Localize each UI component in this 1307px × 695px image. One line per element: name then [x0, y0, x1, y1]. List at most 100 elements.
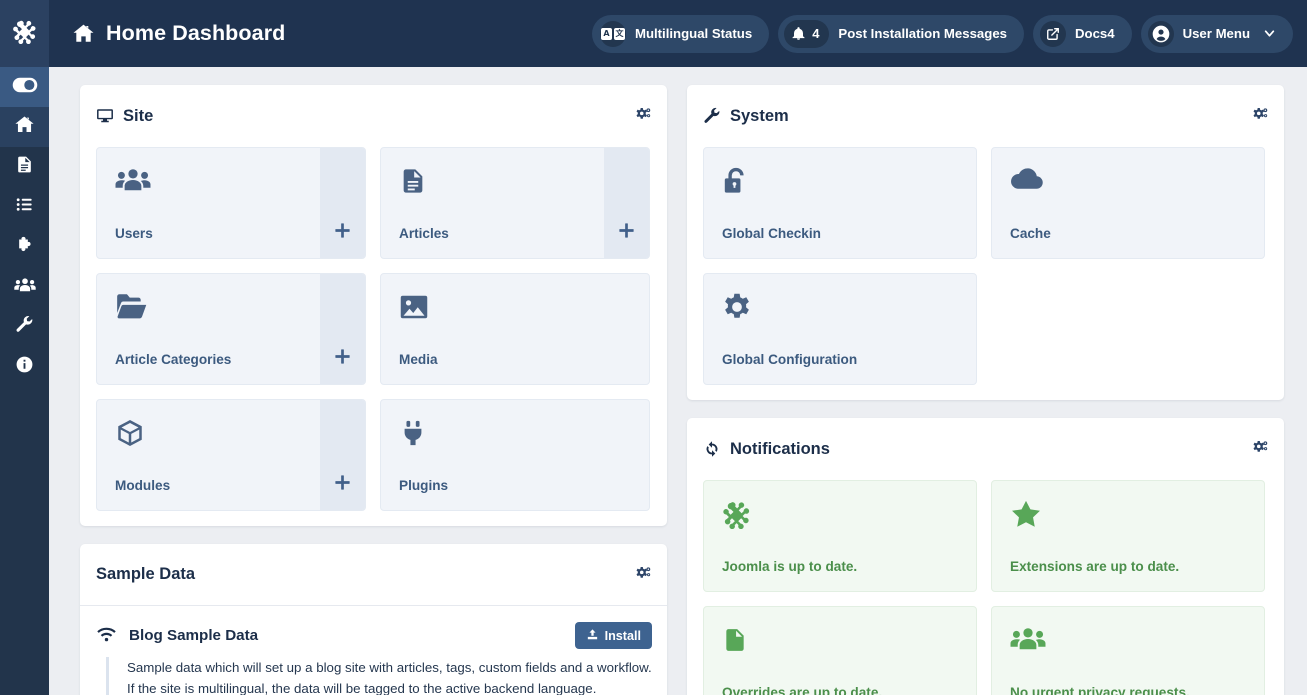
quick-card-media[interactable]: Media — [380, 273, 650, 385]
star-icon — [1010, 499, 1264, 529]
site-panel-body: Users Articles — [80, 147, 667, 526]
unlock-icon — [722, 166, 958, 196]
post-installation-messages-button[interactable]: 4 Post Installation Messages — [778, 15, 1024, 53]
notification-badge: 4 — [784, 20, 829, 48]
notification-card-label: No urgent privacy requests. — [1010, 685, 1264, 695]
bell-icon — [791, 26, 806, 41]
plus-icon — [333, 347, 352, 371]
docs-button[interactable]: Docs4 — [1033, 15, 1132, 53]
notification-card-privacy-requests[interactable]: No urgent privacy requests. — [991, 606, 1265, 695]
notification-card-joomla-update[interactable]: Joomla is up to date. — [703, 480, 977, 592]
install-button[interactable]: Install — [575, 622, 652, 649]
sidebar — [0, 67, 49, 695]
sidebar-item-content[interactable] — [0, 147, 49, 187]
cloud-icon — [1010, 166, 1246, 192]
quick-card-cache[interactable]: Cache — [991, 147, 1265, 259]
sidebar-item-users[interactable] — [0, 267, 49, 307]
add-module-button[interactable] — [320, 400, 365, 510]
site-panel: Site Users — [80, 85, 667, 526]
sidebar-item-system[interactable] — [0, 307, 49, 347]
add-article-category-button[interactable] — [320, 274, 365, 384]
sidebar-item-help[interactable] — [0, 347, 49, 387]
home-icon — [14, 114, 35, 140]
quick-card-global-checkin[interactable]: Global Checkin — [703, 147, 977, 259]
plug-icon — [399, 418, 631, 448]
quick-card-article-categories[interactable]: Article Categories — [96, 273, 366, 385]
right-column: System Global Checkin — [687, 85, 1284, 695]
users-icon — [14, 274, 36, 301]
puzzle-icon — [15, 235, 35, 260]
plus-icon — [333, 473, 352, 497]
sample-data-description: Sample data which will set up a blog sit… — [106, 657, 652, 695]
quick-card-users[interactable]: Users — [96, 147, 366, 259]
notification-card-label: Overrides are up to date. — [722, 685, 976, 695]
quick-card-label: Articles — [399, 226, 604, 258]
cogs-icon[interactable] — [1249, 106, 1269, 126]
chevron-down-icon — [1263, 27, 1276, 40]
cogs-icon[interactable] — [1249, 439, 1269, 459]
joomla-logo-button[interactable] — [0, 0, 49, 67]
multilingual-status-button[interactable]: A 文 Multilingual Status — [592, 15, 769, 53]
desktop-icon — [96, 107, 114, 125]
notifications-panel-header: Notifications — [687, 418, 1284, 480]
list-icon — [15, 195, 34, 219]
quick-card-plugins[interactable]: Plugins — [380, 399, 650, 511]
notifications-panel-body: Joomla is up to date. Extensions are up … — [687, 480, 1284, 695]
quick-card-label: Global Checkin — [722, 226, 958, 258]
add-users-button[interactable] — [320, 148, 365, 258]
info-icon — [15, 355, 34, 379]
top-header: Home Dashboard A 文 Multilingual Status 4… — [0, 0, 1307, 67]
notification-count: 4 — [812, 26, 819, 41]
sidebar-item-components[interactable] — [0, 227, 49, 267]
sidebar-item-menus[interactable] — [0, 187, 49, 227]
language-glyph-b: 文 — [614, 28, 625, 40]
quick-card-label: Global Configuration — [722, 352, 958, 384]
plus-icon — [617, 221, 636, 245]
notification-card-label: Extensions are up to date. — [1010, 559, 1264, 591]
quick-card-label: Modules — [115, 478, 320, 510]
users-icon — [1010, 625, 1264, 653]
sync-icon — [703, 440, 721, 458]
file-text-icon — [399, 166, 604, 196]
header-actions: A 文 Multilingual Status 4 Post Installat… — [592, 15, 1307, 53]
quick-card-modules[interactable]: Modules — [96, 399, 366, 511]
cogs-icon[interactable] — [632, 565, 652, 585]
docs-label: Docs4 — [1075, 26, 1115, 41]
sidebar-item-sidebar-toggle[interactable] — [0, 67, 49, 107]
add-article-button[interactable] — [604, 148, 649, 258]
site-card-grid: Users Articles — [96, 147, 652, 511]
plus-icon — [333, 221, 352, 245]
user-menu-button[interactable]: User Menu — [1141, 15, 1293, 53]
quick-card-label: Plugins — [399, 478, 631, 510]
file-icon — [722, 625, 976, 655]
quick-card-articles[interactable]: Articles — [380, 147, 650, 259]
install-button-label: Install — [605, 629, 641, 643]
system-panel-title-group: System — [703, 107, 789, 126]
sidebar-item-home[interactable] — [0, 107, 49, 147]
home-icon — [72, 22, 95, 45]
quick-card-global-configuration[interactable]: Global Configuration — [703, 273, 977, 385]
notification-card-extensions-update[interactable]: Extensions are up to date. — [991, 480, 1265, 592]
sample-data-item-blog: Blog Sample Data Install Sample data whi… — [80, 606, 667, 695]
cogs-icon[interactable] — [632, 106, 652, 126]
notifications-card-grid: Joomla is up to date. Extensions are up … — [703, 480, 1269, 695]
page-title-group: Home Dashboard — [49, 21, 285, 46]
upload-icon — [586, 628, 599, 644]
left-column: Site Users — [80, 85, 667, 695]
notification-card-label: Joomla is up to date. — [722, 559, 976, 591]
user-circle-icon — [1148, 21, 1174, 47]
notifications-panel: Notifications Joomla is up to date. — [687, 418, 1284, 695]
wifi-icon — [96, 625, 117, 646]
sample-data-name: Blog Sample Data — [129, 627, 258, 644]
main-content: Site Users — [49, 67, 1307, 695]
system-panel-body: Global Checkin Cache — [687, 147, 1284, 400]
site-panel-header: Site — [80, 85, 667, 147]
notification-card-overrides-update[interactable]: Overrides are up to date. — [703, 606, 977, 695]
sample-data-name-group: Blog Sample Data — [96, 625, 258, 646]
site-panel-title: Site — [123, 107, 153, 126]
sample-data-header: Sample Data — [80, 544, 667, 606]
joomla-logo-icon — [12, 18, 38, 49]
quick-card-label: Cache — [1010, 226, 1246, 258]
page-title: Home Dashboard — [106, 21, 285, 46]
sample-data-description-line-1: Sample data which will set up a blog sit… — [127, 657, 652, 678]
